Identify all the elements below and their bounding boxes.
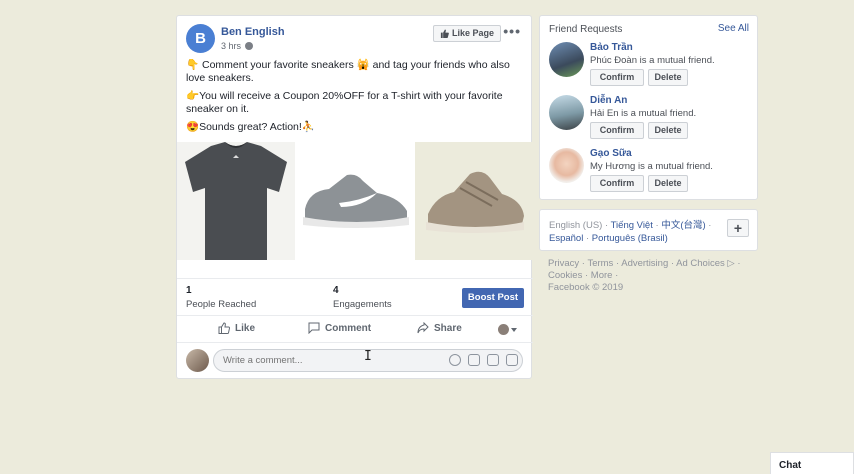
engagements-value: 4	[333, 285, 339, 296]
friend-name[interactable]: Gạo Sữa	[590, 148, 632, 159]
language-option[interactable]: 中文(台灣)	[661, 220, 705, 231]
language-option[interactable]: Español	[549, 233, 583, 244]
post-card: B Ben English 3 hrs Like Page ••• 👇 Comm…	[176, 15, 533, 379]
footer-link-advertising[interactable]: Advertising	[621, 258, 668, 269]
comment-tools	[449, 354, 518, 366]
friend-avatar[interactable]	[549, 95, 584, 130]
friend-requests-panel: Friend Requests See All Bảo Trần Phúc Đo…	[539, 15, 758, 200]
user-avatar	[186, 349, 209, 372]
post-line-2: 👉You will receive a Coupon 20%OFF for a …	[186, 90, 503, 115]
language-panel: English (US) · Tiếng Việt · 中文(台灣) · Esp…	[539, 209, 758, 251]
friend-avatar[interactable]	[549, 42, 584, 77]
friend-requests-title: Friend Requests	[549, 24, 623, 35]
post-header: B Ben English 3 hrs Like Page •••	[186, 24, 523, 54]
language-list: English (US) · Tiếng Việt · 中文(台灣) · Esp…	[549, 220, 712, 244]
mutual-friend-text: Phúc Đoàn is a mutual friend.	[590, 55, 715, 66]
engagements-stat: 4 Engagements	[333, 285, 392, 310]
mutual-friend-text: My Hương is a mutual friend.	[590, 161, 713, 172]
comment-button[interactable]: Comment	[308, 322, 371, 334]
footer-link-cookies[interactable]: Cookies	[548, 270, 582, 281]
post-text: 👇 Comment your favorite sneakers 🙀 and t…	[186, 59, 526, 139]
tshirt-icon	[185, 142, 287, 260]
friend-name[interactable]: Diễn An	[590, 95, 627, 106]
delete-button[interactable]: Delete	[648, 175, 688, 192]
sneaker-icon	[426, 171, 524, 233]
thumbs-up-icon	[440, 29, 449, 38]
friend-avatar[interactable]	[549, 148, 584, 183]
sticker-icon[interactable]	[506, 354, 518, 366]
like-label: Like	[235, 322, 256, 334]
caret-down-icon	[511, 327, 517, 332]
engagements-label: Engagements	[333, 299, 392, 310]
see-all-link[interactable]: See All	[718, 23, 749, 34]
footer-link-privacy[interactable]: Privacy	[548, 258, 579, 269]
share-icon	[417, 322, 429, 334]
like-page-label: Like Page	[451, 28, 494, 38]
chat-tab[interactable]: Chat	[770, 452, 854, 474]
language-option[interactable]: Tiếng Việt	[611, 220, 653, 231]
footer-link-terms[interactable]: Terms	[587, 258, 613, 269]
share-label: Share	[434, 322, 462, 334]
footer-links: Privacy · Terms · Advertising · Ad Choic…	[548, 258, 741, 293]
post-meta: 3 hrs	[221, 41, 254, 51]
sneaker-icon	[303, 174, 409, 228]
camera-icon[interactable]	[468, 354, 480, 366]
page-avatar[interactable]: B	[186, 24, 215, 53]
add-language-button[interactable]: +	[727, 219, 749, 237]
globe-icon	[245, 42, 254, 50]
confirm-button[interactable]: Confirm	[590, 175, 644, 192]
copyright: Facebook © 2019	[548, 282, 624, 293]
post-line-3: 😍Sounds great? Action!⛹	[186, 121, 315, 133]
comment-composer	[186, 349, 526, 373]
sneaker-beige-image[interactable]	[415, 142, 533, 260]
share-button[interactable]: Share	[417, 322, 462, 334]
friend-request-item: Bảo Trần Phúc Đoàn is a mutual friend. C…	[549, 42, 754, 86]
confirm-button[interactable]: Confirm	[590, 122, 644, 139]
like-button[interactable]: Like	[218, 322, 255, 334]
post-insights: 1 People Reached 4 Engagements Boost Pos…	[177, 278, 533, 314]
confirm-button[interactable]: Confirm	[590, 69, 644, 86]
boost-post-button[interactable]: Boost Post	[462, 288, 524, 308]
footer-link-more[interactable]: More	[591, 270, 613, 281]
people-reached-label: People Reached	[186, 299, 257, 310]
post-author[interactable]: Ben English	[221, 26, 285, 38]
people-reached-stat: 1 People Reached	[186, 285, 256, 310]
tshirt-image[interactable]	[177, 142, 296, 260]
post-line-1: 👇 Comment your favorite sneakers 🙀 and t…	[186, 59, 510, 84]
ad-choices-icon: ▷	[727, 258, 735, 269]
emoji-icon[interactable]	[449, 354, 461, 366]
friend-request-item: Diễn An Hải En is a mutual friend. Confi…	[549, 95, 754, 139]
comment-icon	[308, 322, 320, 334]
current-language: English (US)	[549, 220, 603, 231]
thumbs-up-icon	[218, 322, 230, 334]
like-page-button[interactable]: Like Page	[432, 25, 501, 42]
audience-selector[interactable]	[498, 324, 517, 335]
delete-button[interactable]: Delete	[648, 122, 688, 139]
comment-label: Comment	[325, 322, 372, 334]
friend-request-item: Gạo Sữa My Hương is a mutual friend. Con…	[549, 148, 754, 192]
delete-button[interactable]: Delete	[648, 69, 688, 86]
more-options-icon[interactable]: •••	[503, 24, 521, 38]
friend-name[interactable]: Bảo Trần	[590, 42, 633, 53]
profile-mini-avatar	[498, 324, 509, 335]
language-option[interactable]: Português (Brasil)	[592, 233, 668, 244]
post-time[interactable]: 3 hrs	[221, 41, 241, 51]
sneaker-grey-image[interactable]	[296, 142, 415, 260]
post-actions: Like Comment Share	[177, 315, 533, 343]
text-cursor-icon: I	[364, 349, 372, 364]
post-images[interactable]	[177, 142, 533, 260]
gif-icon[interactable]	[487, 354, 499, 366]
footer-link-ad-choices[interactable]: Ad Choices	[676, 258, 725, 269]
mutual-friend-text: Hải En is a mutual friend.	[590, 108, 697, 119]
people-reached-value: 1	[186, 285, 192, 296]
